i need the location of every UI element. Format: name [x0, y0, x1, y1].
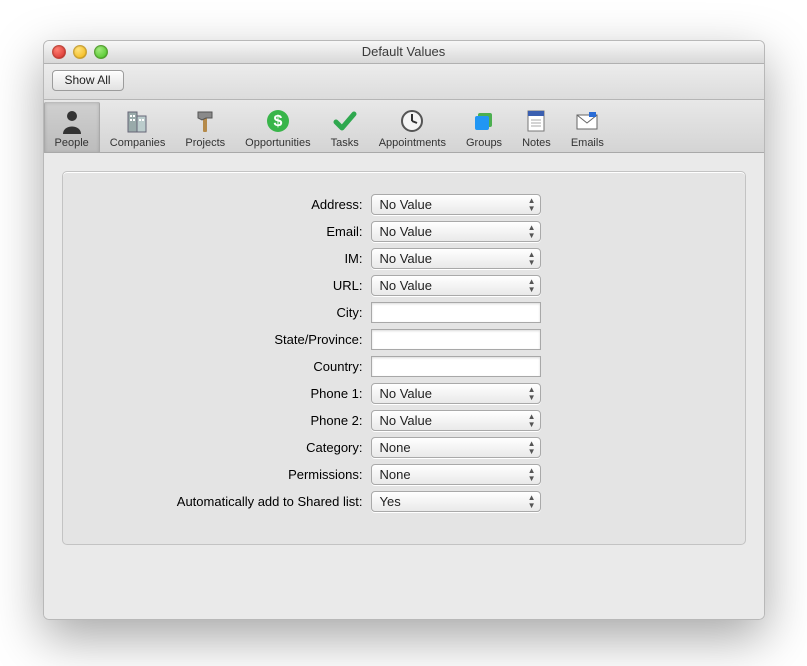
input-country[interactable] [371, 356, 541, 377]
label-state: State/Province: [103, 332, 371, 347]
tab-label: Notes [522, 137, 551, 149]
tab-notes[interactable]: Notes [512, 102, 561, 152]
popup-value: No Value [380, 278, 433, 293]
stepper-arrows-icon: ▲▼ [528, 494, 536, 510]
popup-value: No Value [380, 413, 433, 428]
popup-category[interactable]: None ▲▼ [371, 437, 541, 458]
tab-tasks[interactable]: Tasks [321, 102, 369, 152]
row-email: Email: No Value ▲▼ [103, 221, 705, 242]
row-city: City: [103, 302, 705, 323]
toolbar: People Companies Projects $ Opportunitie… [44, 100, 764, 153]
popup-phone1[interactable]: No Value ▲▼ [371, 383, 541, 404]
popup-value: None [380, 467, 411, 482]
tab-label: People [55, 137, 89, 149]
label-city: City: [103, 305, 371, 320]
envelope-icon [571, 106, 604, 136]
label-phone1: Phone 1: [103, 386, 371, 401]
tab-groups[interactable]: Groups [456, 102, 512, 152]
tab-opportunities[interactable]: $ Opportunities [235, 102, 320, 152]
row-country: Country: [103, 356, 705, 377]
input-city[interactable] [371, 302, 541, 323]
stepper-arrows-icon: ▲▼ [528, 224, 536, 240]
popup-value: None [380, 440, 411, 455]
label-url: URL: [103, 278, 371, 293]
row-phone1: Phone 1: No Value ▲▼ [103, 383, 705, 404]
input-state[interactable] [371, 329, 541, 350]
tab-projects[interactable]: Projects [175, 102, 235, 152]
popup-email[interactable]: No Value ▲▼ [371, 221, 541, 242]
popup-value: No Value [380, 224, 433, 239]
form-panel: Address: No Value ▲▼ Email: No Value ▲▼ … [62, 171, 746, 545]
label-email: Email: [103, 224, 371, 239]
notepad-icon [522, 106, 551, 136]
tab-appointments[interactable]: Appointments [369, 102, 456, 152]
stepper-arrows-icon: ▲▼ [528, 413, 536, 429]
row-im: IM: No Value ▲▼ [103, 248, 705, 269]
tab-emails[interactable]: Emails [561, 102, 614, 152]
tab-label: Opportunities [245, 137, 310, 149]
person-icon [55, 106, 89, 136]
minimize-window-button[interactable] [73, 45, 87, 59]
row-shared: Automatically add to Shared list: Yes ▲▼ [103, 491, 705, 512]
popup-value: Yes [380, 494, 401, 509]
window-controls [52, 45, 108, 59]
row-url: URL: No Value ▲▼ [103, 275, 705, 296]
close-window-button[interactable] [52, 45, 66, 59]
tab-companies[interactable]: Companies [100, 102, 176, 152]
popup-phone2[interactable]: No Value ▲▼ [371, 410, 541, 431]
tab-label: Emails [571, 137, 604, 149]
tab-label: Companies [110, 137, 166, 149]
stepper-arrows-icon: ▲▼ [528, 278, 536, 294]
row-permissions: Permissions: None ▲▼ [103, 464, 705, 485]
stepper-arrows-icon: ▲▼ [528, 440, 536, 456]
window-title: Default Values [362, 44, 446, 59]
stepper-arrows-icon: ▲▼ [528, 197, 536, 213]
popup-value: No Value [380, 197, 433, 212]
label-country: Country: [103, 359, 371, 374]
building-icon [110, 106, 166, 136]
popup-url[interactable]: No Value ▲▼ [371, 275, 541, 296]
popup-im[interactable]: No Value ▲▼ [371, 248, 541, 269]
popup-permissions[interactable]: None ▲▼ [371, 464, 541, 485]
popup-address[interactable]: No Value ▲▼ [371, 194, 541, 215]
tab-label: Tasks [331, 137, 359, 149]
popup-value: No Value [380, 251, 433, 266]
row-category: Category: None ▲▼ [103, 437, 705, 458]
content-area: Address: No Value ▲▼ Email: No Value ▲▼ … [44, 153, 764, 619]
zoom-window-button[interactable] [94, 45, 108, 59]
stepper-arrows-icon: ▲▼ [528, 386, 536, 402]
preferences-window: Default Values Show All People Companies… [43, 40, 765, 620]
tab-label: Groups [466, 137, 502, 149]
topbar: Show All [44, 64, 764, 100]
dollar-icon: $ [245, 106, 310, 136]
stack-icon [466, 106, 502, 136]
label-category: Category: [103, 440, 371, 455]
label-phone2: Phone 2: [103, 413, 371, 428]
row-state: State/Province: [103, 329, 705, 350]
checkmark-icon [331, 106, 359, 136]
stepper-arrows-icon: ▲▼ [528, 467, 536, 483]
row-phone2: Phone 2: No Value ▲▼ [103, 410, 705, 431]
svg-text:$: $ [273, 113, 282, 130]
stepper-arrows-icon: ▲▼ [528, 251, 536, 267]
popup-shared[interactable]: Yes ▲▼ [371, 491, 541, 512]
label-shared: Automatically add to Shared list: [103, 494, 371, 509]
label-im: IM: [103, 251, 371, 266]
label-permissions: Permissions: [103, 467, 371, 482]
tab-label: Projects [185, 137, 225, 149]
hammer-icon [185, 106, 225, 136]
popup-value: No Value [380, 386, 433, 401]
tab-label: Appointments [379, 137, 446, 149]
tab-people[interactable]: People [44, 102, 100, 152]
show-all-button[interactable]: Show All [52, 70, 124, 91]
clock-icon [379, 106, 446, 136]
label-address: Address: [103, 197, 371, 212]
row-address: Address: No Value ▲▼ [103, 194, 705, 215]
titlebar: Default Values [44, 41, 764, 64]
